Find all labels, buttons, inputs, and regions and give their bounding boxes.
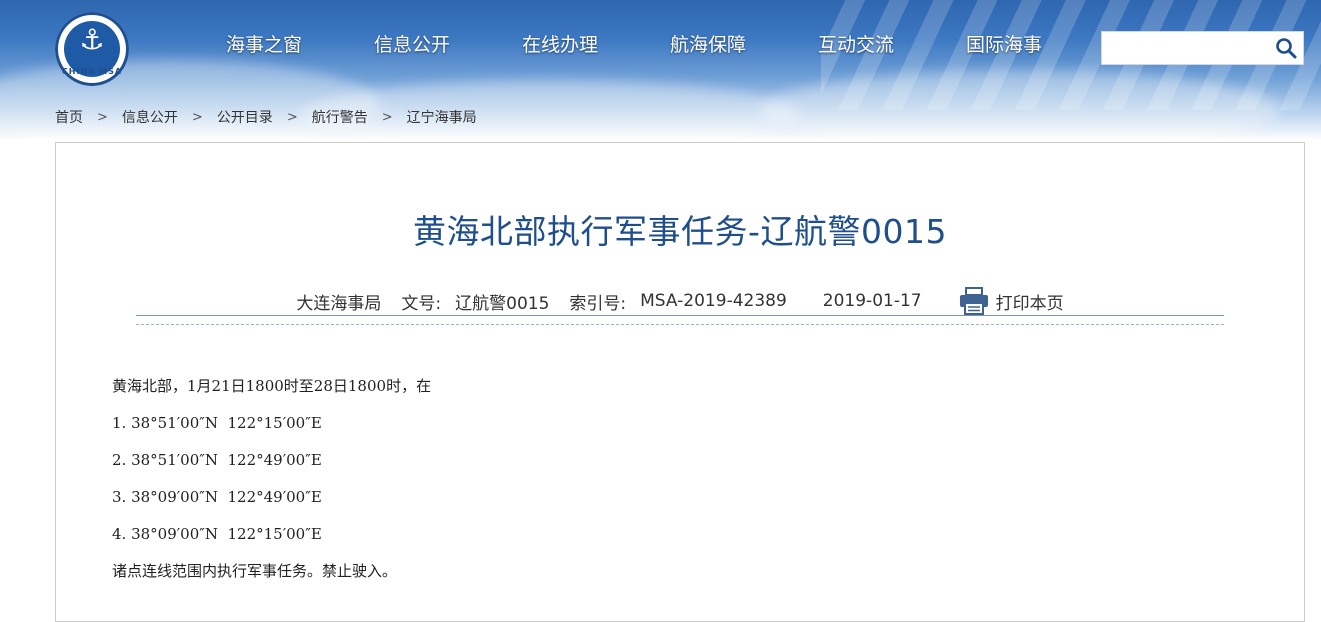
body-line: 2. 38°51′00″N 122°49′00″E	[112, 451, 322, 469]
search-input[interactable]	[1102, 32, 1270, 64]
breadcrumb-liaoning-msa[interactable]: 辽宁海事局	[407, 107, 477, 127]
chevron-right-icon: >	[97, 109, 108, 125]
chevron-right-icon: >	[286, 109, 298, 125]
printer-icon	[959, 287, 988, 315]
nav-item-international[interactable]: 国际海事	[930, 28, 1078, 62]
breadcrumb: 首页 > 信息公开 > 公开目录 > 航行警告 > 辽宁海事局	[55, 106, 477, 128]
article-panel: 黄海北部执行军事任务-辽航警0015 大连海事局 文号: 辽航警0015 索引号…	[55, 142, 1305, 622]
breadcrumb-disclosure[interactable]: 信息公开	[122, 107, 178, 127]
nav-item-navigation-support[interactable]: 航海保障	[634, 28, 782, 62]
search-button[interactable]	[1269, 32, 1303, 64]
article-title: 黄海北部执行军事任务-辽航警0015	[413, 212, 947, 251]
breadcrumb-home[interactable]: 首页	[55, 107, 83, 127]
msa-logo[interactable]: ⚓ CHINA MSA	[55, 12, 129, 86]
body-line: 3. 38°09′00″N 122°49′00″E	[112, 488, 322, 506]
nav-item-interaction[interactable]: 互动交流	[782, 28, 930, 62]
meta-divider-dashed	[136, 324, 1224, 325]
chevron-right-icon: >	[191, 109, 203, 125]
nav-item-online-service[interactable]: 在线办理	[486, 28, 634, 62]
nav-item-window[interactable]: 海事之窗	[190, 28, 338, 62]
body-line: 黄海北部，1月21日1800时至28日1800时，在	[112, 377, 432, 395]
doc-number: 辽航警0015	[455, 293, 550, 314]
breadcrumb-catalog[interactable]: 公开目录	[217, 107, 273, 127]
meta-divider	[136, 315, 1224, 316]
article-issuer: 大连海事局	[296, 293, 382, 314]
chevron-right-icon: >	[381, 109, 393, 125]
search-box	[1101, 31, 1304, 65]
index-number: MSA-2019-42389	[640, 291, 787, 311]
body-line: 诸点连线范围内执行军事任务。禁止驶入。	[112, 562, 398, 580]
body-line: 1. 38°51′00″N 122°15′00″E	[112, 414, 322, 432]
print-label: 打印本页	[995, 293, 1064, 314]
article-meta: 大连海事局 文号: 辽航警0015 索引号: MSA-2019-42389 20…	[56, 287, 1304, 315]
breadcrumb-warnings[interactable]: 航行警告	[312, 107, 368, 127]
body-line: 4. 38°09′00″N 122°15′00″E	[112, 525, 322, 543]
search-icon	[1276, 38, 1297, 59]
article-body: 黄海北部，1月21日1800时至28日1800时，在 1. 38°51′00″N…	[112, 371, 431, 593]
anchor-icon: ⚓	[79, 23, 105, 56]
logo-text: CHINA MSA	[61, 67, 123, 76]
nav-item-disclosure[interactable]: 信息公开	[338, 28, 486, 62]
article-date: 2019-01-17	[822, 291, 922, 311]
print-button[interactable]: 打印本页	[958, 287, 1064, 315]
doc-number-label: 文号:	[401, 293, 442, 314]
main-nav: 海事之窗 信息公开 在线办理 航海保障 互动交流 国际海事	[190, 28, 1078, 62]
index-number-label: 索引号:	[569, 293, 627, 314]
